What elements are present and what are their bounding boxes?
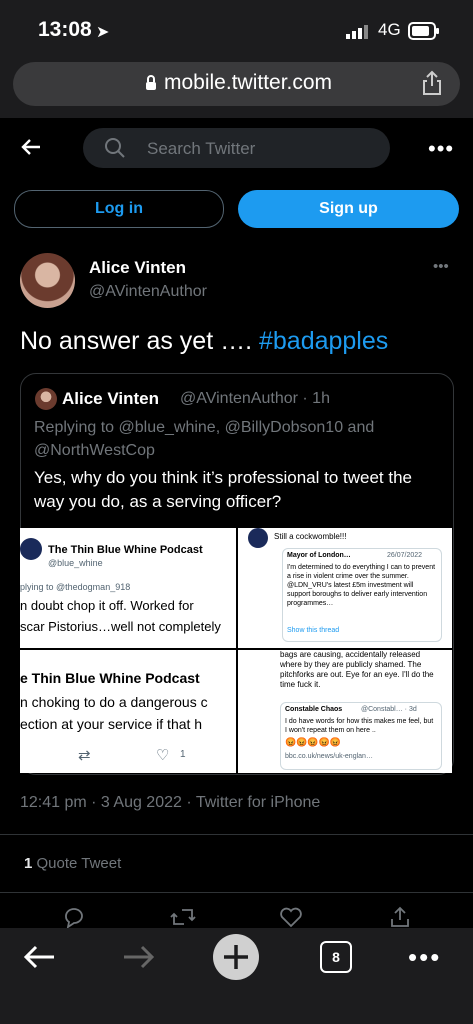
signal-icon — [346, 25, 370, 44]
image-3-line2: ection at your service if that h — [20, 716, 203, 732]
image-2-top-text: Still a cockwomble!!! — [274, 532, 347, 541]
network-type: 4G — [378, 20, 401, 39]
quote-label: Quote Tweet — [32, 855, 122, 872]
share-icon[interactable] — [421, 70, 443, 101]
battery-icon — [408, 22, 440, 45]
image-4-top-text: bags are causing, accidentally released … — [280, 650, 434, 689]
embedded-handle-2: @Constabl… · 3d — [361, 706, 417, 713]
image-grid[interactable]: The Thin Blue Whine Podcast @blue_whine … — [20, 528, 452, 773]
show-thread-link: Show this thread — [287, 627, 340, 634]
image-3-title: e Thin Blue Whine Podcast — [20, 670, 200, 686]
browser-forward-icon[interactable] — [122, 942, 156, 977]
emoji-row: 😡😡😡😡😡 — [285, 737, 342, 747]
embedded-text-2: I do have words for how this makes me fe… — [285, 718, 434, 734]
quote-text: Yes, why do you think it’s professional … — [34, 468, 413, 511]
tweet-body: No answer as yet …. — [20, 327, 259, 355]
like-icon-in-image: ♡ — [156, 747, 170, 764]
retweet-icon-in-image: ⇄ — [78, 747, 91, 764]
login-button[interactable]: Log in — [14, 190, 224, 228]
image-3-like-count: 1 — [180, 749, 186, 760]
url-text[interactable]: mobile.twitter.com — [164, 71, 332, 95]
embedded-text: I'm determined to do everything I can to… — [287, 564, 436, 607]
image-1-title: The Thin Blue Whine Podcast — [48, 544, 203, 556]
tabs-button[interactable]: 8 — [320, 941, 352, 973]
image-4[interactable]: bags are causing, accidentally released … — [238, 650, 452, 773]
image-1-line1: n doubt chop it off. Worked for — [20, 598, 194, 613]
tweet-more-icon[interactable]: ••• — [433, 258, 449, 275]
embedded-date: 26/07/2022 — [387, 552, 423, 559]
tweet-timestamp[interactable]: 12:41 pm · 3 Aug 2022 · Twitter for iPho… — [20, 794, 320, 812]
search-placeholder: Search Twitter — [147, 139, 256, 158]
avatar[interactable] — [20, 253, 75, 308]
plus-icon — [224, 945, 248, 969]
new-tab-button[interactable] — [213, 934, 259, 980]
quote-tweet-stat[interactable]: 1 Quote Tweet — [24, 855, 121, 872]
embedded-author-2: Constable Chaos — [285, 706, 343, 713]
quote-author-handle: @AVintenAuthor · 1h — [180, 390, 330, 407]
hashtag-link[interactable]: #badapples — [259, 327, 388, 355]
more-options-icon[interactable]: ••• — [428, 136, 454, 162]
location-arrow-icon: ➤ — [96, 24, 110, 41]
status-time: 13:08 — [38, 18, 92, 41]
image-1-handle: @blue_whine — [48, 558, 103, 568]
podcast-logo — [20, 538, 42, 560]
embedded-author: Mayor of London… — [287, 552, 351, 559]
image-2[interactable]: Still a cockwomble!!! Mayor of London… 2… — [238, 528, 452, 648]
browser-menu-icon[interactable]: ••• — [408, 942, 441, 973]
image-1-line2: scar Pistorius…well not completely — [20, 619, 221, 634]
tweet-text: No answer as yet …. #badapples — [20, 327, 388, 356]
search-icon — [104, 137, 126, 164]
quote-avatar — [35, 388, 57, 410]
image-1[interactable]: The Thin Blue Whine Podcast @blue_whine … — [20, 528, 236, 648]
lock-icon — [145, 75, 157, 96]
embedded-tweet-card-2: Constable Chaos @Constabl… · 3d I do hav… — [280, 702, 442, 770]
author-name[interactable]: Alice Vinten — [89, 258, 186, 278]
back-arrow-icon[interactable] — [20, 137, 42, 162]
embedded-link-2: bbc.co.uk/news/uk-englan… — [285, 753, 373, 760]
browser-back-icon[interactable] — [22, 942, 56, 977]
divider — [0, 834, 473, 835]
signup-button[interactable]: Sign up — [238, 190, 459, 228]
image-3[interactable]: e Thin Blue Whine Podcast n choking to d… — [20, 650, 236, 773]
image-1-reply: plying to @thedogman_918 — [20, 582, 131, 592]
quote-replying-to: Replying to @blue_whine, @BillyDobson10 … — [34, 419, 375, 459]
quote-author-name: Alice Vinten — [62, 389, 159, 408]
podcast-logo-small — [248, 528, 268, 548]
embedded-tweet-card: Mayor of London… 26/07/2022 I'm determin… — [282, 548, 442, 642]
image-3-line1: n choking to do a dangerous c — [20, 694, 208, 710]
author-handle[interactable]: @AVintenAuthor — [89, 283, 207, 301]
divider — [0, 892, 473, 893]
